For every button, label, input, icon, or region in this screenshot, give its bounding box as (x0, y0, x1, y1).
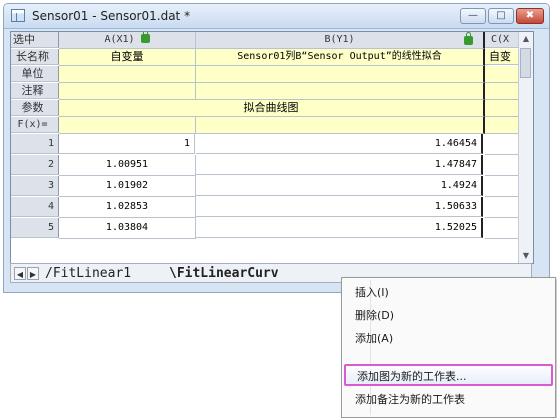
vertical-scrollbar[interactable]: ▲ ▼ (518, 32, 533, 263)
menu-item-insert[interactable]: 插入(I) (344, 282, 553, 304)
tab-prev-icon[interactable]: ◀ (14, 267, 26, 280)
scroll-up-icon[interactable]: ▲ (519, 32, 533, 46)
row-number[interactable]: 4 (11, 197, 59, 217)
column-header-b[interactable]: B(Y1) (196, 32, 485, 49)
minimize-button[interactable]: — (460, 8, 486, 24)
table-row: 5 1.03804 1.52025 (11, 218, 533, 239)
lock-icon (464, 32, 473, 45)
param-row-parameters: 参数 拟合曲线图 (11, 100, 533, 117)
menu-item-add-graph-as-new-sheet[interactable]: 添加图为新的工作表... (344, 364, 553, 386)
table-row: 3 1.01902 1.4924 (11, 176, 533, 197)
data-cell[interactable]: 1.01902 (59, 176, 196, 197)
sheet-tab-label: FitLinearCurv (176, 266, 279, 281)
row-number[interactable]: 1 (11, 134, 59, 154)
data-cell[interactable]: 1.03804 (59, 218, 196, 239)
column-header-row: 选中 A(X1) B(Y1) C(X (11, 32, 533, 49)
param-cell[interactable]: Sensor01列B“Sensor Output”的线性拟合 (196, 49, 485, 66)
lock-icon (140, 32, 150, 43)
column-header-a-label: A(X1) (104, 34, 135, 45)
row-label[interactable]: 注释 (11, 83, 59, 99)
scroll-thumb[interactable] (520, 48, 531, 78)
param-cell[interactable] (196, 83, 485, 100)
worksheet-grid: 选中 A(X1) B(Y1) C(X 长名称 自变量 Sensor01列B“Se… (10, 31, 534, 264)
context-menu: 插入(I) 删除(D) 添加(A) 添加图为新的工作表... 添加备注为新的工作… (341, 277, 556, 418)
menu-item-delete[interactable]: 删除(D) (344, 305, 553, 327)
param-row-units: 单位 (11, 66, 533, 83)
close-button[interactable]: ✖ (516, 8, 544, 24)
param-cell[interactable] (196, 117, 485, 134)
data-cell[interactable]: 1.02853 (59, 197, 196, 218)
row-number[interactable]: 3 (11, 176, 59, 196)
worksheet-window: Sensor01 - Sensor01.dat * — □ ✖ 选中 A(X1)… (3, 3, 550, 293)
row-label[interactable]: 参数 (11, 100, 59, 116)
row-label[interactable]: F(x)= (11, 117, 59, 133)
row-label[interactable]: 单位 (11, 66, 59, 82)
row-number[interactable]: 5 (11, 218, 59, 238)
row-number[interactable]: 2 (11, 155, 59, 175)
scroll-down-icon[interactable]: ▼ (519, 249, 533, 263)
param-cell[interactable] (59, 83, 196, 100)
data-cell[interactable]: 1.00951 (59, 155, 196, 176)
param-cell[interactable] (59, 117, 196, 134)
column-header-a[interactable]: A(X1) (59, 32, 196, 49)
column-header-b-label: B(Y1) (324, 34, 355, 45)
param-cell[interactable] (59, 66, 196, 83)
menu-item-add-notes-as-new-sheet[interactable]: 添加备注为新的工作表 (344, 389, 553, 411)
param-cell[interactable] (196, 66, 485, 83)
corner-cell[interactable]: 选中 (11, 32, 59, 48)
sheet-tab-label: FitLinear1 (52, 266, 132, 281)
data-cell[interactable]: 1.50633 (196, 197, 483, 217)
param-row-comments: 注释 (11, 83, 533, 100)
row-label[interactable]: 长名称 (11, 49, 59, 65)
sheet-tab-fitlinear1[interactable]: /FitLinear1 (45, 265, 131, 283)
param-cell-merged[interactable]: 拟合曲线图 (59, 100, 485, 117)
maximize-button[interactable]: □ (488, 8, 514, 24)
table-row: 1 1 1.46454 (11, 134, 533, 155)
menu-item-add[interactable]: 添加(A) (344, 328, 553, 350)
worksheet-icon (11, 9, 25, 22)
data-cell[interactable]: 1.52025 (196, 218, 483, 238)
param-row-fx: F(x)= (11, 117, 533, 134)
param-cell[interactable]: 自变量 (59, 49, 196, 66)
table-row: 4 1.02853 1.50633 (11, 197, 533, 218)
data-cell[interactable]: 1 (59, 134, 195, 154)
table-row: 2 1.00951 1.47847 (11, 155, 533, 176)
data-cell[interactable]: 1.46454 (196, 134, 483, 154)
title-bar[interactable]: Sensor01 - Sensor01.dat * — □ ✖ (4, 4, 549, 29)
data-cell[interactable]: 1.47847 (196, 155, 483, 175)
param-row-long-name: 长名称 自变量 Sensor01列B“Sensor Output”的线性拟合 自… (11, 49, 533, 66)
data-cell[interactable]: 1.4924 (196, 176, 483, 196)
window-title: Sensor01 - Sensor01.dat * (32, 9, 191, 23)
tab-next-icon[interactable]: ▶ (27, 267, 39, 280)
sheet-tab-fitlinearcurve[interactable]: \FitLinearCurv (169, 265, 279, 283)
